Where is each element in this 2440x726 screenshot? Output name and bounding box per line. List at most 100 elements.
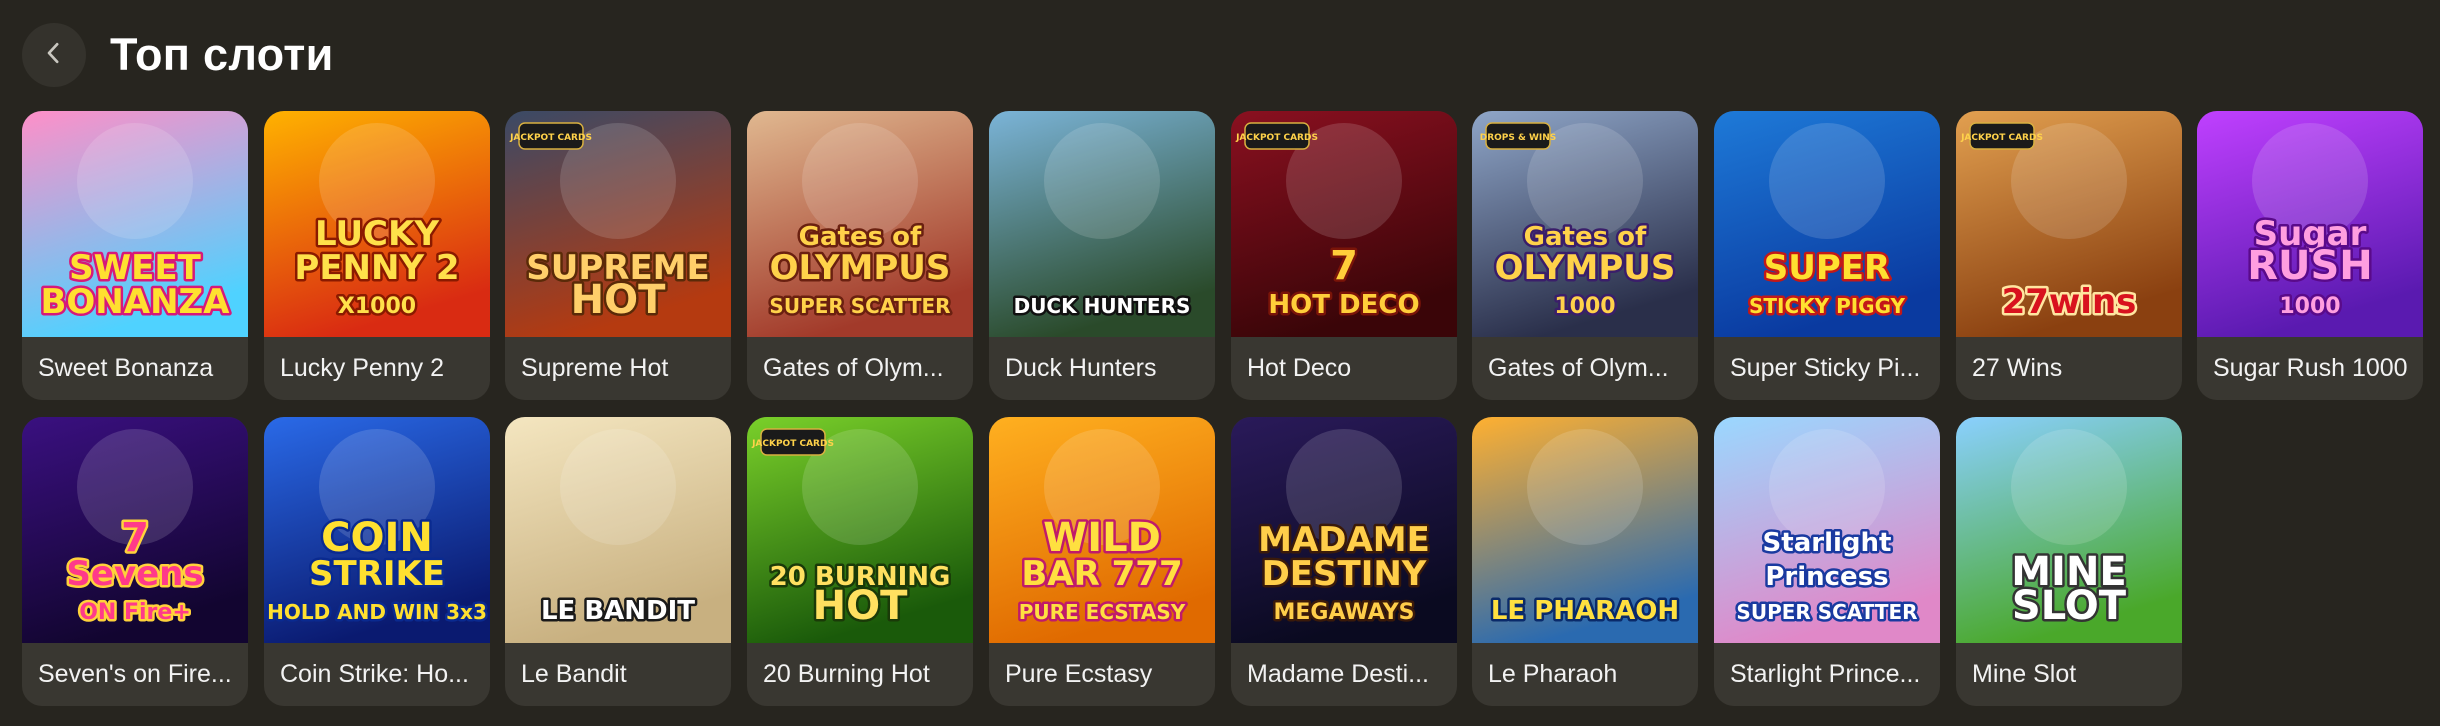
game-thumbnail: Starlight Princess SUPER SCATTER bbox=[1714, 417, 1940, 643]
game-card-supreme-hot[interactable]: JACKPOT CARDS SUPREME HOT Supreme Hot bbox=[505, 111, 731, 400]
game-title: Lucky Penny 2 bbox=[280, 354, 444, 382]
game-thumbnail: JACKPOT CARDS 7 HOT DECO bbox=[1231, 111, 1457, 337]
game-thumbnail: Gates of OLYMPUS SUPER SCATTER bbox=[747, 111, 973, 337]
badge: JACKPOT CARDS bbox=[1960, 122, 2043, 150]
game-title: Le Pharaoh bbox=[1488, 660, 1618, 688]
art-title: STRIKE bbox=[309, 554, 445, 594]
game-thumbnail: DUCK HUNTERS bbox=[989, 111, 1215, 337]
svg-text:JACKPOT CARDS: JACKPOT CARDS bbox=[509, 133, 592, 143]
art-title: SLOT bbox=[2012, 583, 2127, 629]
badge: JACKPOT CARDS bbox=[509, 122, 592, 150]
svg-text:JACKPOT CARDS: JACKPOT CARDS bbox=[1235, 133, 1318, 143]
game-card-hot-deco[interactable]: JACKPOT CARDS 7 HOT DECO Hot Deco bbox=[1231, 111, 1457, 400]
game-thumbnail: SUPER STICKY PIGGY bbox=[1714, 111, 1940, 337]
game-card-27-wins[interactable]: JACKPOT CARDS 27wins 27 Wins bbox=[1956, 111, 2182, 400]
game-title: Madame Desti... bbox=[1247, 660, 1430, 688]
art-title: 1000 bbox=[2279, 294, 2340, 319]
game-card-super-sticky-piggy[interactable]: SUPER STICKY PIGGY Super Sticky Pi... bbox=[1714, 111, 1940, 400]
art-title: STICKY PIGGY bbox=[1749, 294, 1906, 318]
art-title: 7 bbox=[1330, 243, 1358, 289]
game-card-gates-of-olympus-super-scatter[interactable]: Gates of OLYMPUS SUPER SCATTER Gates of Oly… bbox=[747, 111, 973, 400]
game-thumbnail: WILD BAR 777 PURE ECSTASY bbox=[989, 417, 1215, 643]
art-title: 1000 bbox=[1554, 294, 1615, 319]
game-thumbnail: Sugar RUSH 1000 bbox=[2197, 111, 2423, 337]
game-thumbnail: LE BANDIT bbox=[505, 417, 731, 643]
art-title: Starlight bbox=[1763, 528, 1892, 558]
art-title: OLYMPUS bbox=[770, 248, 951, 288]
game-title: Pure Ecstasy bbox=[1005, 660, 1153, 688]
art-title: DUCK HUNTERS bbox=[1014, 294, 1191, 318]
game-card-20-burning-hot[interactable]: JACKPOT CARDS 20 BURNING HOT 20 Burning Hot bbox=[747, 417, 973, 706]
game-thumbnail: MADAME DESTINY MEGAWAYS bbox=[1231, 417, 1457, 643]
art-title: SUPER SCATTER bbox=[769, 294, 950, 318]
game-card-starlight-princess-super-scatter[interactable]: Starlight Princess SUPER SCATTER Starlight … bbox=[1714, 417, 1940, 706]
art-title: HOT DECO bbox=[1268, 290, 1419, 320]
game-title: Le Bandit bbox=[521, 660, 627, 688]
game-card-sevens-on-fire[interactable]: 7 Sevens ON Fire+ Seven's on Fire... bbox=[22, 417, 248, 706]
art-title: SUPER SCATTER bbox=[1736, 600, 1917, 624]
game-title: Starlight Prince... bbox=[1730, 660, 1921, 688]
game-card-duck-hunters[interactable]: DUCK HUNTERS Duck Hunters bbox=[989, 111, 1215, 400]
game-thumbnail: LUCKY PENNY 2 X1000 bbox=[264, 111, 490, 337]
game-title: Seven's on Fire... bbox=[38, 660, 232, 688]
page-title: Топ слоти bbox=[110, 29, 334, 80]
game-card-le-bandit[interactable]: LE BANDIT Le Bandit bbox=[505, 417, 731, 706]
art-title: OLYMPUS bbox=[1495, 248, 1676, 288]
game-title: Hot Deco bbox=[1247, 354, 1352, 382]
game-title: Duck Hunters bbox=[1005, 354, 1157, 382]
art-title: Princess bbox=[1765, 562, 1888, 592]
game-thumbnail: SWEET BONANZA bbox=[22, 111, 248, 337]
game-thumbnail: JACKPOT CARDS 27wins bbox=[1956, 111, 2182, 337]
art-title: MEGAWAYS bbox=[1274, 600, 1415, 625]
game-title: Gates of Olym... bbox=[763, 354, 944, 382]
art-title: HOLD AND WIN 3x3 bbox=[267, 600, 487, 624]
art-title: LE BANDIT bbox=[541, 596, 695, 626]
page-header: Топ слоти bbox=[22, 22, 334, 88]
svg-text:JACKPOT CARDS: JACKPOT CARDS bbox=[751, 439, 834, 449]
game-thumbnail: LE PHARAOH bbox=[1472, 417, 1698, 643]
game-thumbnail: DROPS & WINS Gates of OLYMPUS 1000 bbox=[1472, 111, 1698, 337]
art-title: HOT bbox=[571, 277, 666, 323]
game-thumbnail: COIN STRIKE HOLD AND WIN 3x3 bbox=[264, 417, 490, 643]
game-card-sweet-bonanza[interactable]: SWEET BONANZA Sweet Bonanza bbox=[22, 111, 248, 400]
chevron-left-icon bbox=[39, 38, 69, 73]
game-title: Sweet Bonanza bbox=[38, 354, 214, 382]
svg-text:DROPS & WINS: DROPS & WINS bbox=[1480, 133, 1557, 143]
game-title: Sugar Rush 1000 bbox=[2213, 354, 2408, 382]
game-card-le-pharaoh[interactable]: LE PHARAOH Le Pharaoh bbox=[1472, 417, 1698, 706]
game-title: Coin Strike: Ho... bbox=[280, 660, 469, 688]
badge: DROPS & WINS bbox=[1480, 122, 1557, 150]
art-title: X1000 bbox=[338, 294, 416, 319]
game-title: Gates of Olym... bbox=[1488, 354, 1669, 382]
game-title: Super Sticky Pi... bbox=[1730, 354, 1921, 382]
game-card-sugar-rush-1000[interactable]: Sugar RUSH 1000 Sugar Rush 1000 bbox=[2197, 111, 2423, 400]
game-title: 27 Wins bbox=[1972, 354, 2063, 382]
game-card-coin-strike[interactable]: COIN STRIKE HOLD AND WIN 3x3 Coin Strike: H… bbox=[264, 417, 490, 706]
art-title: DESTINY bbox=[1262, 554, 1427, 594]
art-title: Sevens bbox=[66, 554, 203, 594]
art-title: ON Fire+ bbox=[79, 600, 191, 625]
art-title: BAR 777 bbox=[1021, 554, 1182, 594]
art-title: 27wins bbox=[2002, 282, 2137, 322]
game-card-gates-of-olympus-1000[interactable]: DROPS & WINS Gates of OLYMPUS 1000 Gates of … bbox=[1472, 111, 1698, 400]
svg-text:JACKPOT CARDS: JACKPOT CARDS bbox=[1960, 133, 2043, 143]
badge: JACKPOT CARDS bbox=[751, 428, 834, 456]
art-title: PURE ECSTASY bbox=[1019, 600, 1186, 624]
art-title: HOT bbox=[813, 583, 908, 629]
game-card-madame-destiny-megaways[interactable]: MADAME DESTINY MEGAWAYS Madame Desti... bbox=[1231, 417, 1457, 706]
game-title: 20 Burning Hot bbox=[763, 660, 930, 688]
art-title: BONANZA bbox=[40, 282, 230, 322]
game-title: Supreme Hot bbox=[521, 354, 669, 382]
game-card-pure-ecstasy[interactable]: WILD BAR 777 PURE ECSTASY Pure Ecstasy bbox=[989, 417, 1215, 706]
art-title: RUSH bbox=[2247, 243, 2373, 289]
art-title: SUPER bbox=[1764, 248, 1890, 288]
art-title: LE PHARAOH bbox=[1491, 596, 1679, 626]
game-title: Mine Slot bbox=[1972, 660, 2077, 688]
game-thumbnail: JACKPOT CARDS 20 BURNING HOT bbox=[747, 417, 973, 643]
game-thumbnail: MINE SLOT bbox=[1956, 417, 2182, 643]
game-card-lucky-penny-2[interactable]: LUCKY PENNY 2 X1000 Lucky Penny 2 bbox=[264, 111, 490, 400]
game-thumbnail: JACKPOT CARDS SUPREME HOT bbox=[505, 111, 731, 337]
game-card-mine-slot[interactable]: MINE SLOT Mine Slot bbox=[1956, 417, 2182, 706]
game-thumbnail: 7 Sevens ON Fire+ bbox=[22, 417, 248, 643]
back-button[interactable] bbox=[22, 23, 86, 87]
